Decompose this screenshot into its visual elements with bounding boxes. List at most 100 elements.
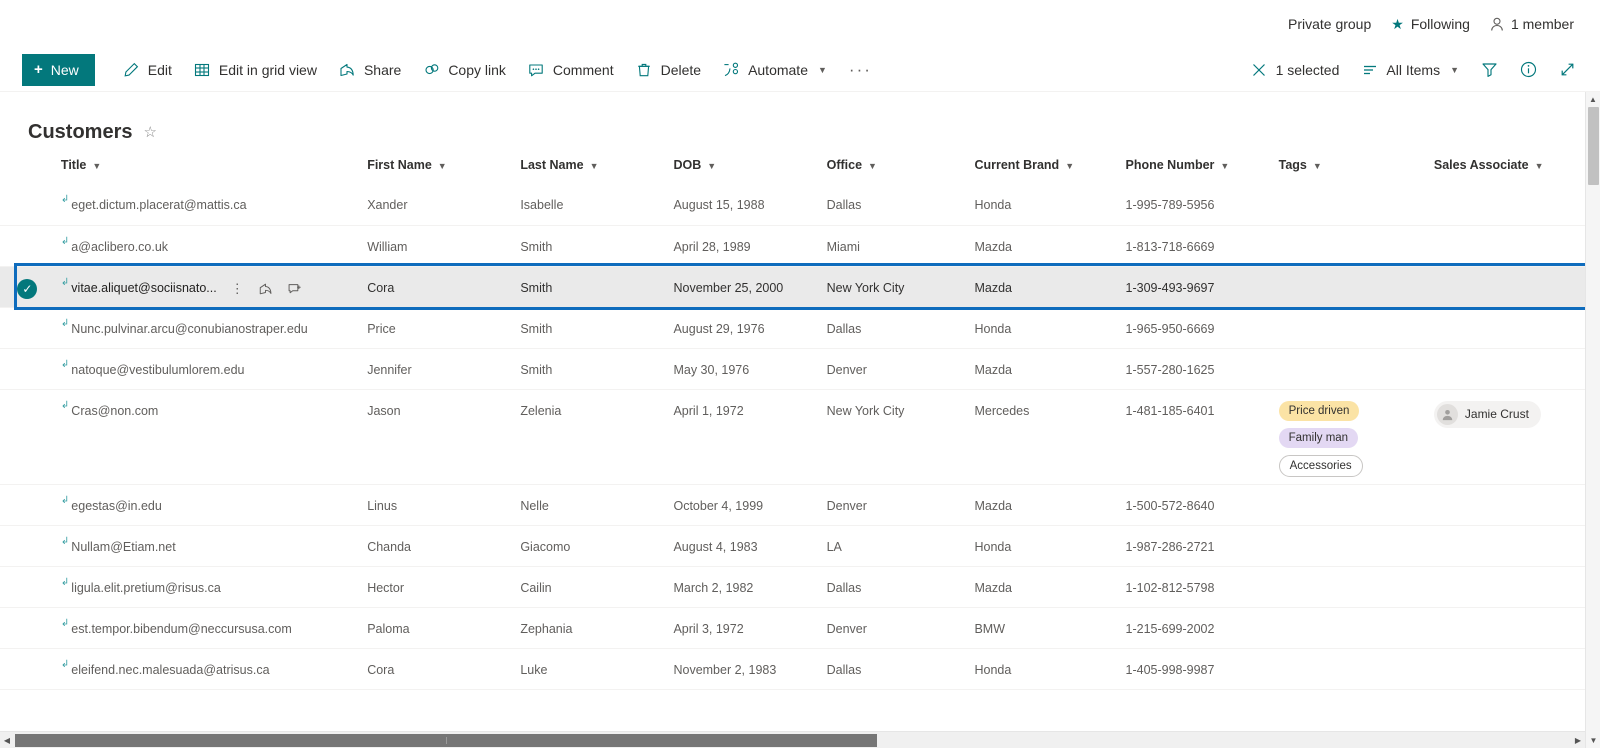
copy-link-label: Copy link bbox=[448, 61, 506, 78]
expand-button[interactable] bbox=[1549, 54, 1586, 86]
row-select-cell[interactable] bbox=[0, 348, 55, 389]
avatar-icon bbox=[1436, 403, 1458, 425]
command-bar-right: 1 selected All Items ▼ bbox=[1241, 54, 1586, 86]
cell-title[interactable]: ↲ Nullam@Etiam.net bbox=[55, 525, 361, 566]
title-text[interactable]: Nullam@Etiam.net bbox=[71, 540, 175, 554]
table-row[interactable]: ↲ egestas@in.edu Linus Nelle October 4, 1… bbox=[0, 484, 1600, 525]
horizontal-scroll-thumb[interactable] bbox=[15, 734, 877, 747]
cell-title[interactable]: ↲ egestas@in.edu bbox=[55, 484, 361, 525]
row-checkbox-checked[interactable]: ✓ bbox=[17, 278, 38, 299]
cell-phone-number: 1-995-789-5956 bbox=[1125, 198, 1215, 212]
column-header-office[interactable]: Office ▼ bbox=[821, 150, 969, 184]
column-header-title[interactable]: Title ▼ bbox=[55, 150, 361, 184]
select-all-header[interactable] bbox=[0, 150, 55, 184]
row-select-cell[interactable] bbox=[0, 307, 55, 348]
cell-title[interactable]: ↲ Nunc.pulvinar.arcu@conubianostraper.edu bbox=[55, 307, 361, 348]
table-row[interactable]: ↲ eleifend.nec.malesuada@atrisus.ca Cora … bbox=[0, 648, 1600, 689]
members-button[interactable]: 1 member bbox=[1480, 12, 1584, 36]
chevron-down-icon: ▼ bbox=[1220, 161, 1230, 171]
column-header-phone-number[interactable]: Phone Number ▼ bbox=[1120, 150, 1273, 184]
table-row[interactable]: ↲ eget.dictum.placerat@mattis.ca Xander I… bbox=[0, 184, 1600, 225]
row-select-cell[interactable] bbox=[0, 607, 55, 648]
table-row[interactable]: ↲ ligula.elit.pretium@risus.ca Hector Cai… bbox=[0, 566, 1600, 607]
scroll-down-arrow-icon[interactable]: ▼ bbox=[1586, 733, 1600, 748]
cell-title[interactable]: ↲ a@aclibero.co.uk bbox=[55, 225, 361, 266]
cell-office: Dallas bbox=[826, 321, 862, 336]
copy-link-button[interactable]: Copy link bbox=[413, 54, 516, 86]
column-header-sales-associate[interactable]: Sales Associate ▼ bbox=[1428, 150, 1600, 184]
column-header-last-name[interactable]: Last Name ▼ bbox=[514, 150, 667, 184]
following-button[interactable]: ★ Following bbox=[1381, 12, 1480, 36]
scroll-right-arrow-icon[interactable]: ▶ bbox=[1571, 732, 1585, 748]
row-comment-icon[interactable] bbox=[287, 282, 302, 296]
table-row[interactable]: ↲ Cras@non.com Jason Zelenia April 1, 197… bbox=[0, 389, 1600, 484]
title-text[interactable]: ligula.elit.pretium@risus.ca bbox=[71, 581, 221, 595]
view-selector-button[interactable]: All Items ▼ bbox=[1351, 54, 1469, 86]
table-row[interactable]: ↲ est.tempor.bibendum@neccursusa.com Palo… bbox=[0, 607, 1600, 648]
tag-pill[interactable]: Accessories bbox=[1278, 454, 1363, 477]
row-select-cell[interactable] bbox=[0, 389, 55, 484]
title-text[interactable]: eget.dictum.placerat@mattis.ca bbox=[71, 198, 246, 212]
title-text[interactable]: a@aclibero.co.uk bbox=[71, 240, 168, 254]
row-select-cell[interactable] bbox=[0, 484, 55, 525]
title-text[interactable]: egestas@in.edu bbox=[71, 499, 162, 513]
table-row[interactable]: ↲ a@aclibero.co.uk William Smith April 28… bbox=[0, 225, 1600, 266]
row-share-icon[interactable] bbox=[258, 282, 273, 296]
link-icon bbox=[423, 61, 440, 78]
title-text[interactable]: eleifend.nec.malesuada@atrisus.ca bbox=[71, 663, 269, 677]
more-commands-button[interactable]: ··· bbox=[839, 60, 882, 80]
vertical-scrollbar[interactable]: ▲ ▼ bbox=[1585, 92, 1600, 748]
title-text[interactable]: est.tempor.bibendum@neccursusa.com bbox=[71, 622, 291, 636]
table-row[interactable]: ✓ ↲ vitae.aliquet@sociisnato... ⋮ Cora Sm… bbox=[0, 266, 1600, 307]
cell-title[interactable]: ↲ eleifend.nec.malesuada@atrisus.ca bbox=[55, 648, 361, 689]
row-select-cell[interactable]: ✓ bbox=[0, 266, 55, 307]
title-text[interactable]: vitae.aliquet@sociisnato... bbox=[71, 281, 216, 295]
cell-title[interactable]: ↲ vitae.aliquet@sociisnato... ⋮ bbox=[55, 266, 361, 307]
scroll-up-arrow-icon[interactable]: ▲ bbox=[1586, 92, 1600, 107]
cell-title[interactable]: ↲ ligula.elit.pretium@risus.ca bbox=[55, 566, 361, 607]
column-header-tags[interactable]: Tags ▼ bbox=[1273, 150, 1428, 184]
row-select-cell[interactable] bbox=[0, 525, 55, 566]
share-button[interactable]: Share bbox=[329, 54, 411, 86]
row-select-cell[interactable] bbox=[0, 184, 55, 225]
filter-button[interactable] bbox=[1471, 54, 1508, 86]
column-header-first-name[interactable]: First Name ▼ bbox=[361, 150, 514, 184]
title-text[interactable]: natoque@vestibulumlorem.edu bbox=[71, 363, 244, 377]
delete-button[interactable]: Delete bbox=[626, 54, 711, 86]
star-outline-icon[interactable]: ☆ bbox=[143, 125, 156, 140]
cell-tags bbox=[1273, 184, 1428, 225]
title-text[interactable]: Nunc.pulvinar.arcu@conubianostraper.edu bbox=[71, 322, 307, 336]
cell-title[interactable]: ↲ eget.dictum.placerat@mattis.ca bbox=[55, 184, 361, 225]
person-chip[interactable]: Jamie Crust bbox=[1433, 400, 1541, 428]
row-select-cell[interactable] bbox=[0, 225, 55, 266]
cell-title[interactable]: ↲ Cras@non.com bbox=[55, 389, 361, 484]
pencil-icon bbox=[123, 61, 140, 78]
cell-current-brand: BMW bbox=[974, 621, 1006, 636]
column-header-current-brand[interactable]: Current Brand ▼ bbox=[968, 150, 1119, 184]
column-label: Current Brand bbox=[974, 158, 1060, 172]
table-row[interactable]: ↲ Nunc.pulvinar.arcu@conubianostraper.edu… bbox=[0, 307, 1600, 348]
column-header-dob[interactable]: DOB ▼ bbox=[667, 150, 820, 184]
cell-office: Denver bbox=[826, 362, 867, 377]
cell-title[interactable]: ↲ est.tempor.bibendum@neccursusa.com bbox=[55, 607, 361, 648]
horizontal-scrollbar[interactable]: ◀ ▶ bbox=[0, 731, 1585, 748]
tag-pill[interactable]: Family man bbox=[1278, 427, 1359, 448]
details-button[interactable] bbox=[1510, 54, 1547, 86]
command-bar-left: + New Edit Edit in grid view Share Copy … bbox=[22, 53, 1241, 86]
scroll-left-arrow-icon[interactable]: ◀ bbox=[0, 732, 14, 748]
cell-title[interactable]: ↲ natoque@vestibulumlorem.edu bbox=[55, 348, 361, 389]
edit-button[interactable]: Edit bbox=[113, 54, 182, 86]
clear-selection-button[interactable]: 1 selected bbox=[1241, 54, 1350, 86]
edit-in-grid-view-button[interactable]: Edit in grid view bbox=[184, 54, 327, 86]
row-more-menu-icon[interactable]: ⋮ bbox=[231, 281, 244, 297]
tag-pill[interactable]: Price driven bbox=[1278, 400, 1360, 421]
table-row[interactable]: ↲ Nullam@Etiam.net Chanda Giacomo August … bbox=[0, 525, 1600, 566]
new-button[interactable]: + New bbox=[22, 53, 95, 86]
row-select-cell[interactable] bbox=[0, 566, 55, 607]
row-select-cell[interactable] bbox=[0, 648, 55, 689]
table-row[interactable]: ↲ natoque@vestibulumlorem.edu Jennifer Sm… bbox=[0, 348, 1600, 389]
comment-button[interactable]: Comment bbox=[518, 54, 624, 86]
title-text[interactable]: Cras@non.com bbox=[71, 404, 158, 418]
automate-button[interactable]: Automate ▼ bbox=[713, 54, 837, 86]
vertical-scroll-thumb[interactable] bbox=[1588, 107, 1599, 185]
